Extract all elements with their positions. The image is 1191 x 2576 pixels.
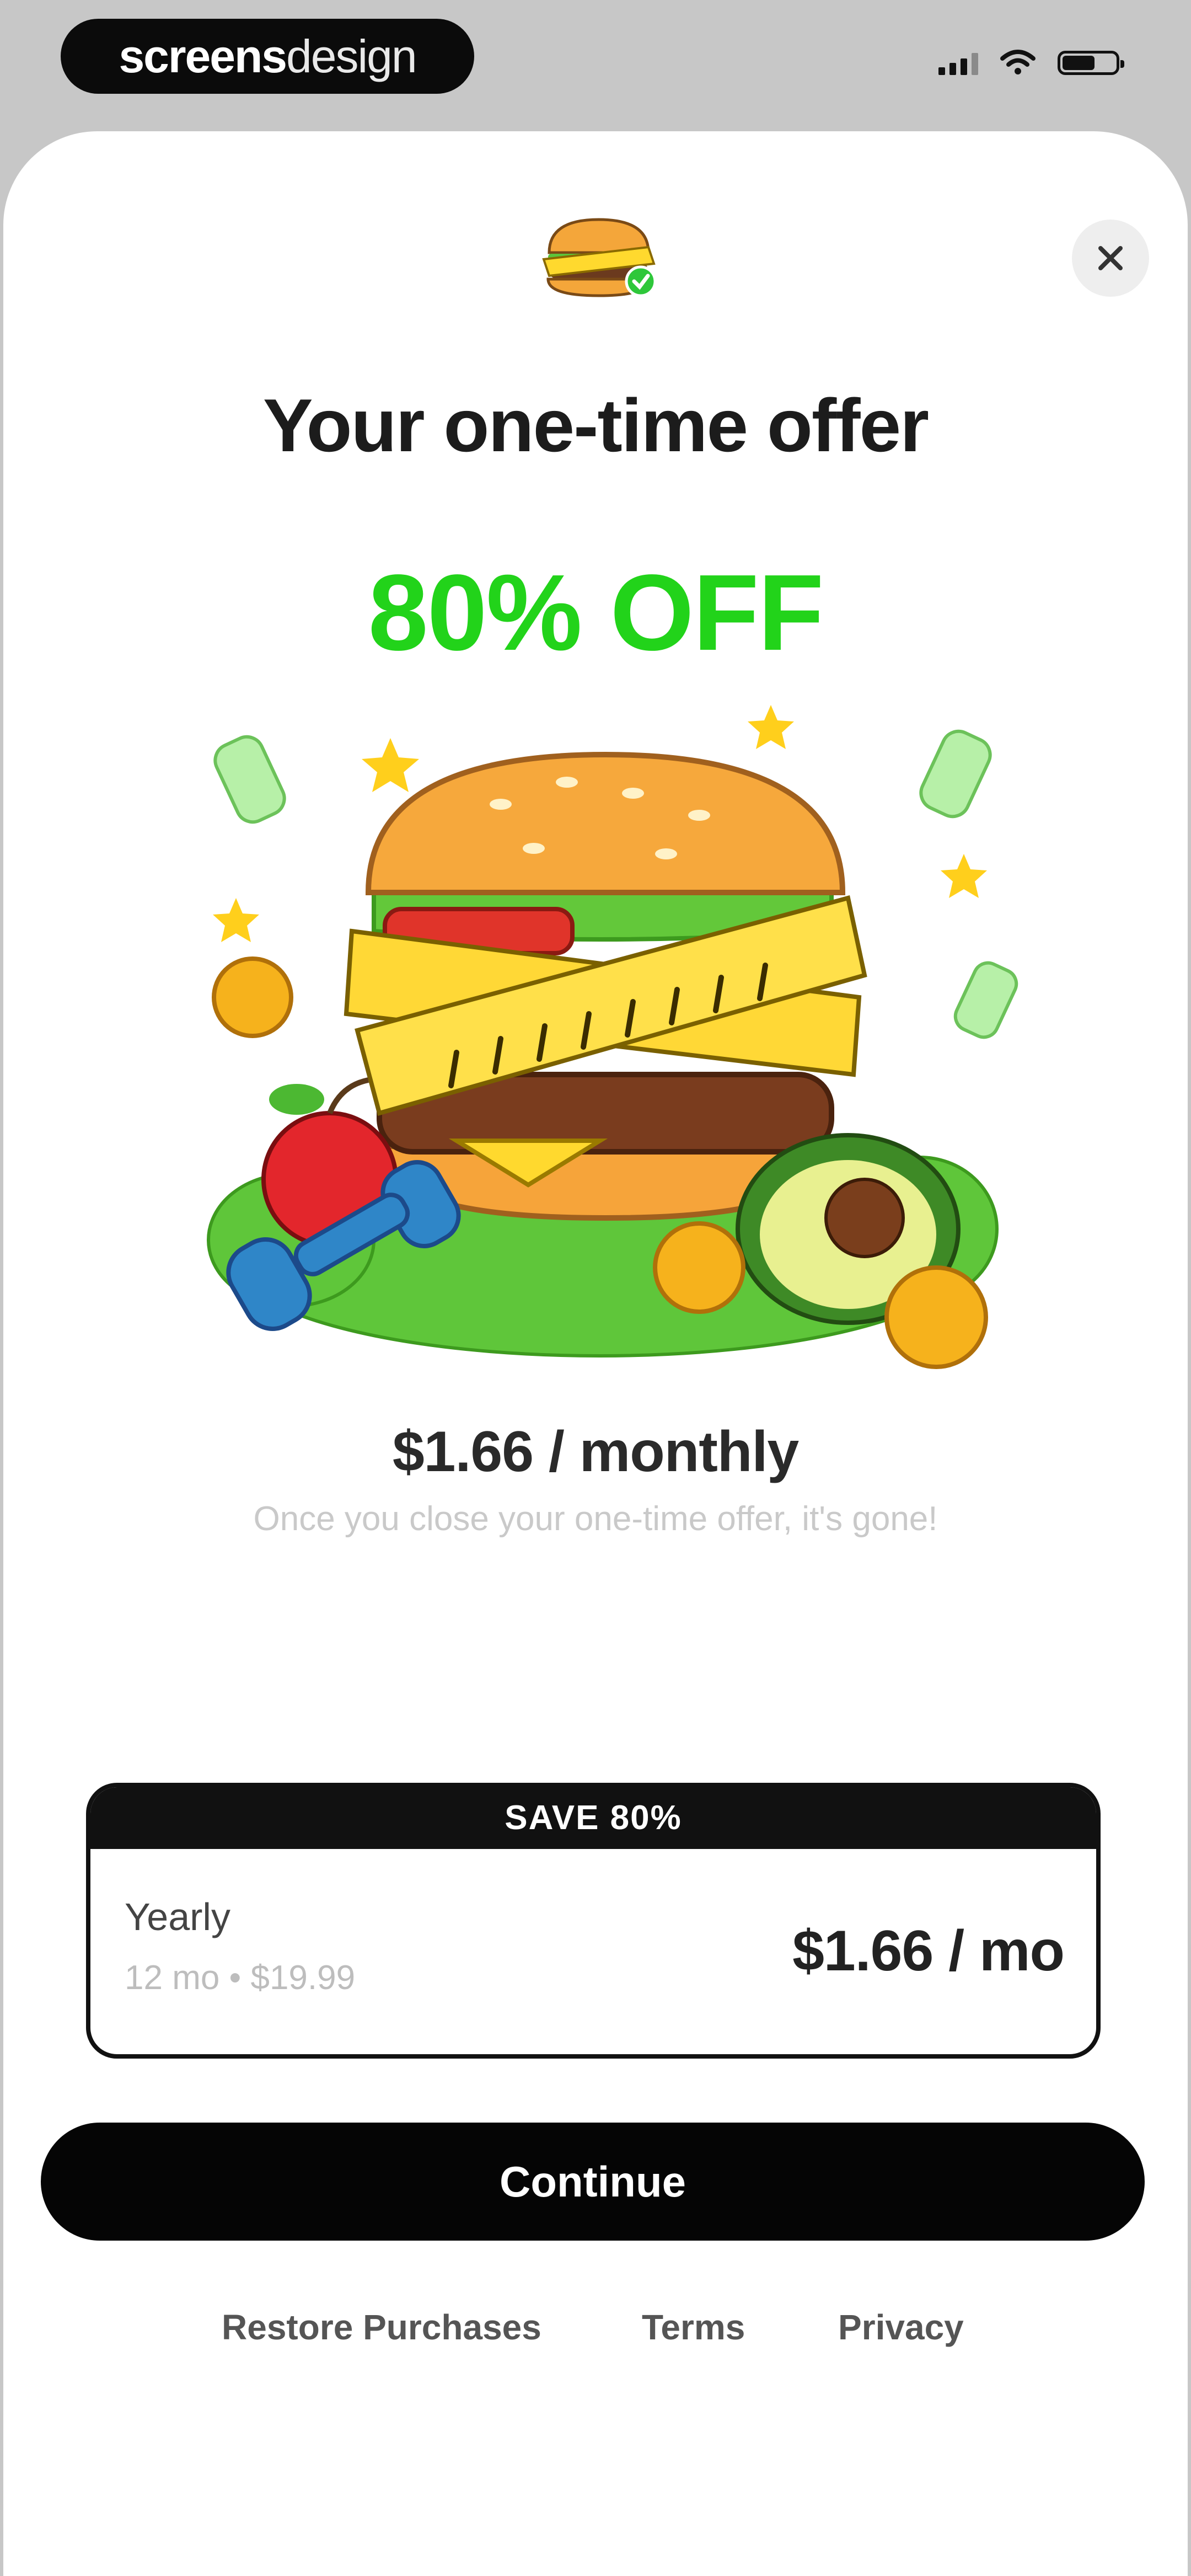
offer-disclaimer: Once you close your one-time offer, it's… <box>253 1500 938 1538</box>
brand-secondary-text: design <box>286 30 417 82</box>
paywall-screen: screensdesign Your one-time offer 80% OF… <box>0 0 1191 2576</box>
plan-name: Yearly <box>125 1895 230 1938</box>
burger-tape-measure-icon <box>542 218 657 297</box>
continue-button[interactable]: Continue <box>41 2123 1145 2241</box>
cellular-signal-icon <box>938 53 978 75</box>
brand-watermark: screensdesign <box>61 19 474 94</box>
close-icon <box>1098 246 1123 270</box>
plan-billing-detail: 12 mo • $19.99 <box>125 1959 356 1997</box>
close-button[interactable] <box>1072 220 1149 297</box>
plan-option-yearly[interactable]: SAVE 80% Yearly 12 mo • $19.99 $1.66 / m… <box>86 1783 1101 2059</box>
discount-headline: 80% OFF <box>368 552 824 673</box>
wifi-icon <box>1000 50 1036 74</box>
brand-primary-text: screens <box>119 30 287 82</box>
status-icons <box>938 50 1124 75</box>
burger-with-measuring-tape-illustration <box>207 705 1018 1369</box>
restore-purchases-link[interactable]: Restore Purchases <box>222 2307 541 2348</box>
terms-link[interactable]: Terms <box>642 2307 745 2348</box>
battery-icon <box>1058 51 1124 75</box>
monthly-price: $1.66 / monthly <box>392 1420 799 1484</box>
continue-button-label: Continue <box>500 2157 686 2206</box>
save-badge: SAVE 80% <box>90 1787 1096 1849</box>
plan-price: $1.66 / mo <box>792 1919 1065 1983</box>
offer-title: Your one-time offer <box>262 383 929 467</box>
privacy-link[interactable]: Privacy <box>838 2307 964 2348</box>
